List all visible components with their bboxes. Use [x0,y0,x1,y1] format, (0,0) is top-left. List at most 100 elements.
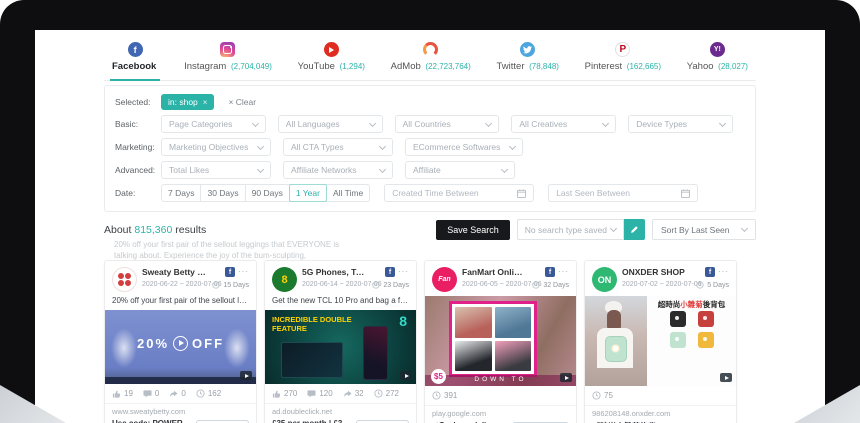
advertiser-name[interactable]: ONXDER SHOP [622,267,691,277]
ad-title: Use code: POWER20 [112,419,191,423]
filter-panel: Selected: in: shop× × Clear Basic: Page … [104,85,756,212]
stats-row: 391 [425,386,576,405]
avatar[interactable] [112,267,137,292]
ad-domain-link[interactable]: 986208148.onxder.com [585,405,736,418]
ad-card: 8 5G Phones, Tablets & SIMs | ... 2020-0… [264,260,417,423]
chevron-down-icon [719,119,726,126]
avatar[interactable]: 8 [272,267,297,292]
days-active: 15 Days [223,282,249,289]
selected-chip-in-shop[interactable]: in: shop× [161,94,214,110]
affiliate-networks-dropdown[interactable]: Affiliate Networks [283,161,393,179]
duration-stat: 162 [196,389,221,398]
comment-icon [307,389,316,398]
save-search-button[interactable]: Save Search [436,220,510,240]
advanced-label: Advanced: [115,165,161,175]
yahoo-icon: Y! [710,42,725,57]
marketing-filter-row: Marketing: Marketing Objectives All CTA … [115,138,745,156]
range-90-days-button[interactable]: 90 Days [245,184,290,202]
pinterest-icon: P [615,42,630,57]
screen: f Facebook Instagram (2,704,049) YouTube… [35,30,825,423]
share-icon [343,389,352,398]
more-options-icon[interactable]: ··· [398,269,409,275]
more-options-icon[interactable]: ··· [238,269,249,275]
avatar[interactable]: Fan [432,267,457,292]
stats-row: 75 [585,386,736,405]
play-icon[interactable] [173,336,188,351]
calendar-icon [681,189,690,198]
ad-creative-image[interactable]: INCREDIBLE DOUBLE FEATURE 8 [265,310,416,384]
ad-domain-link[interactable]: www.sweatybetty.com [105,403,256,416]
saved-search-dropdown[interactable]: No search type saved [517,219,624,240]
last-seen-between-input[interactable]: Last Seen Between [548,184,698,202]
creative-caption: DOWN TO [425,376,576,383]
created-time-between-input[interactable]: Created Time Between [384,184,534,202]
countries-dropdown[interactable]: All Countries [395,115,500,133]
ad-domain-link[interactable]: play.google.com [425,405,576,418]
ad-creative-image[interactable]: 20%OFF [105,310,256,384]
clock-icon [532,281,540,289]
page-categories-dropdown[interactable]: Page Categories [161,115,266,133]
ad-cards-row: Sweaty Betty London | Wom... 2020-06-22 … [104,260,756,423]
share-stat: 32 [343,389,364,398]
ecommerce-softwares-dropdown[interactable]: ECommerce Softwares [405,138,523,156]
ad-creative-image[interactable]: 超時尚小雛菊後背包 [585,296,736,386]
ad-title: £35 per month | £30 upfront | ... [272,419,351,423]
languages-dropdown[interactable]: All Languages [278,115,383,133]
clock-icon [696,281,704,289]
tab-instagram[interactable]: Instagram (2,704,049) [184,42,272,80]
twitter-icon [520,42,535,57]
creative-headline: 超時尚小雛菊後背包 [652,300,731,309]
chip-close-icon[interactable]: × [203,98,208,107]
comment-stat: 120 [307,389,332,398]
date-filter-row: Date: 7 Days 30 Days 90 Days 1 Year All … [115,184,745,202]
chevron-down-icon [509,142,516,149]
facebook-icon: f [545,267,555,277]
advertiser-name[interactable]: 5G Phones, Tablets & SIMs | ... [302,267,367,277]
ad-card: Fan FanMart Online Shopping - F... 2020-… [424,260,577,423]
advertiser-name[interactable]: FanMart Online Shopping - F... [462,267,527,277]
video-icon [560,373,572,382]
tab-pinterest[interactable]: P Pinterest (162,665) [585,42,661,80]
sort-dropdown[interactable]: Sort By Last Seen [652,219,756,240]
chevron-down-icon [501,165,508,172]
range-all-time-button[interactable]: All Time [326,184,370,202]
chevron-down-icon [741,225,748,232]
creative-headline: INCREDIBLE DOUBLE FEATURE [272,315,358,333]
affiliate-dropdown[interactable]: Affiliate [405,161,515,179]
device-types-dropdown[interactable]: Device Types [628,115,733,133]
marketing-objectives-dropdown[interactable]: Marketing Objectives [161,138,271,156]
clock-icon [196,389,205,398]
cta-types-dropdown[interactable]: All CTA Types [283,138,393,156]
ad-creative-image[interactable]: $5 DOWN TO [425,296,576,386]
creatives-dropdown[interactable]: All Creatives [511,115,616,133]
tab-yahoo[interactable]: Y! Yahoo (28,027) [687,42,748,80]
duration-stat: 272 [374,389,399,398]
facebook-icon: f [225,267,235,277]
ad-card: Sweaty Betty London | Wom... 2020-06-22 … [104,260,257,423]
total-likes-dropdown[interactable]: Total Likes [161,161,271,179]
chevron-down-icon [610,225,617,232]
clear-filters-button[interactable]: × Clear [228,97,256,107]
more-options-icon[interactable]: ··· [558,269,569,275]
tab-label: AdMob (22,723,764) [391,61,471,72]
more-options-icon[interactable]: ··· [718,269,729,275]
avatar[interactable]: ON [592,267,617,292]
advertiser-name[interactable]: Sweaty Betty London | Wom... [142,267,207,277]
chevron-down-icon [602,119,609,126]
ad-domain-link[interactable]: ad.doubleclick.net [265,403,416,416]
range-30-days-button[interactable]: 30 Days [200,184,245,202]
chevron-down-icon [257,142,264,149]
tab-admob[interactable]: AdMob (22,723,764) [391,42,471,80]
tab-twitter[interactable]: Twitter (78,848) [497,42,559,80]
tab-youtube[interactable]: YouTube (1,294) [298,42,365,80]
range-1-year-button[interactable]: 1 Year [289,184,327,202]
clock-icon [374,389,383,398]
facebook-icon: f [705,267,715,277]
edit-saved-search-button[interactable] [624,219,645,240]
range-7-days-button[interactable]: 7 Days [161,184,201,202]
tab-label: Pinterest (162,665) [585,61,661,72]
share-stat: 0 [169,389,185,398]
facebook-icon: f [128,42,143,57]
model-photo [585,296,647,386]
tab-facebook[interactable]: f Facebook [112,42,158,80]
